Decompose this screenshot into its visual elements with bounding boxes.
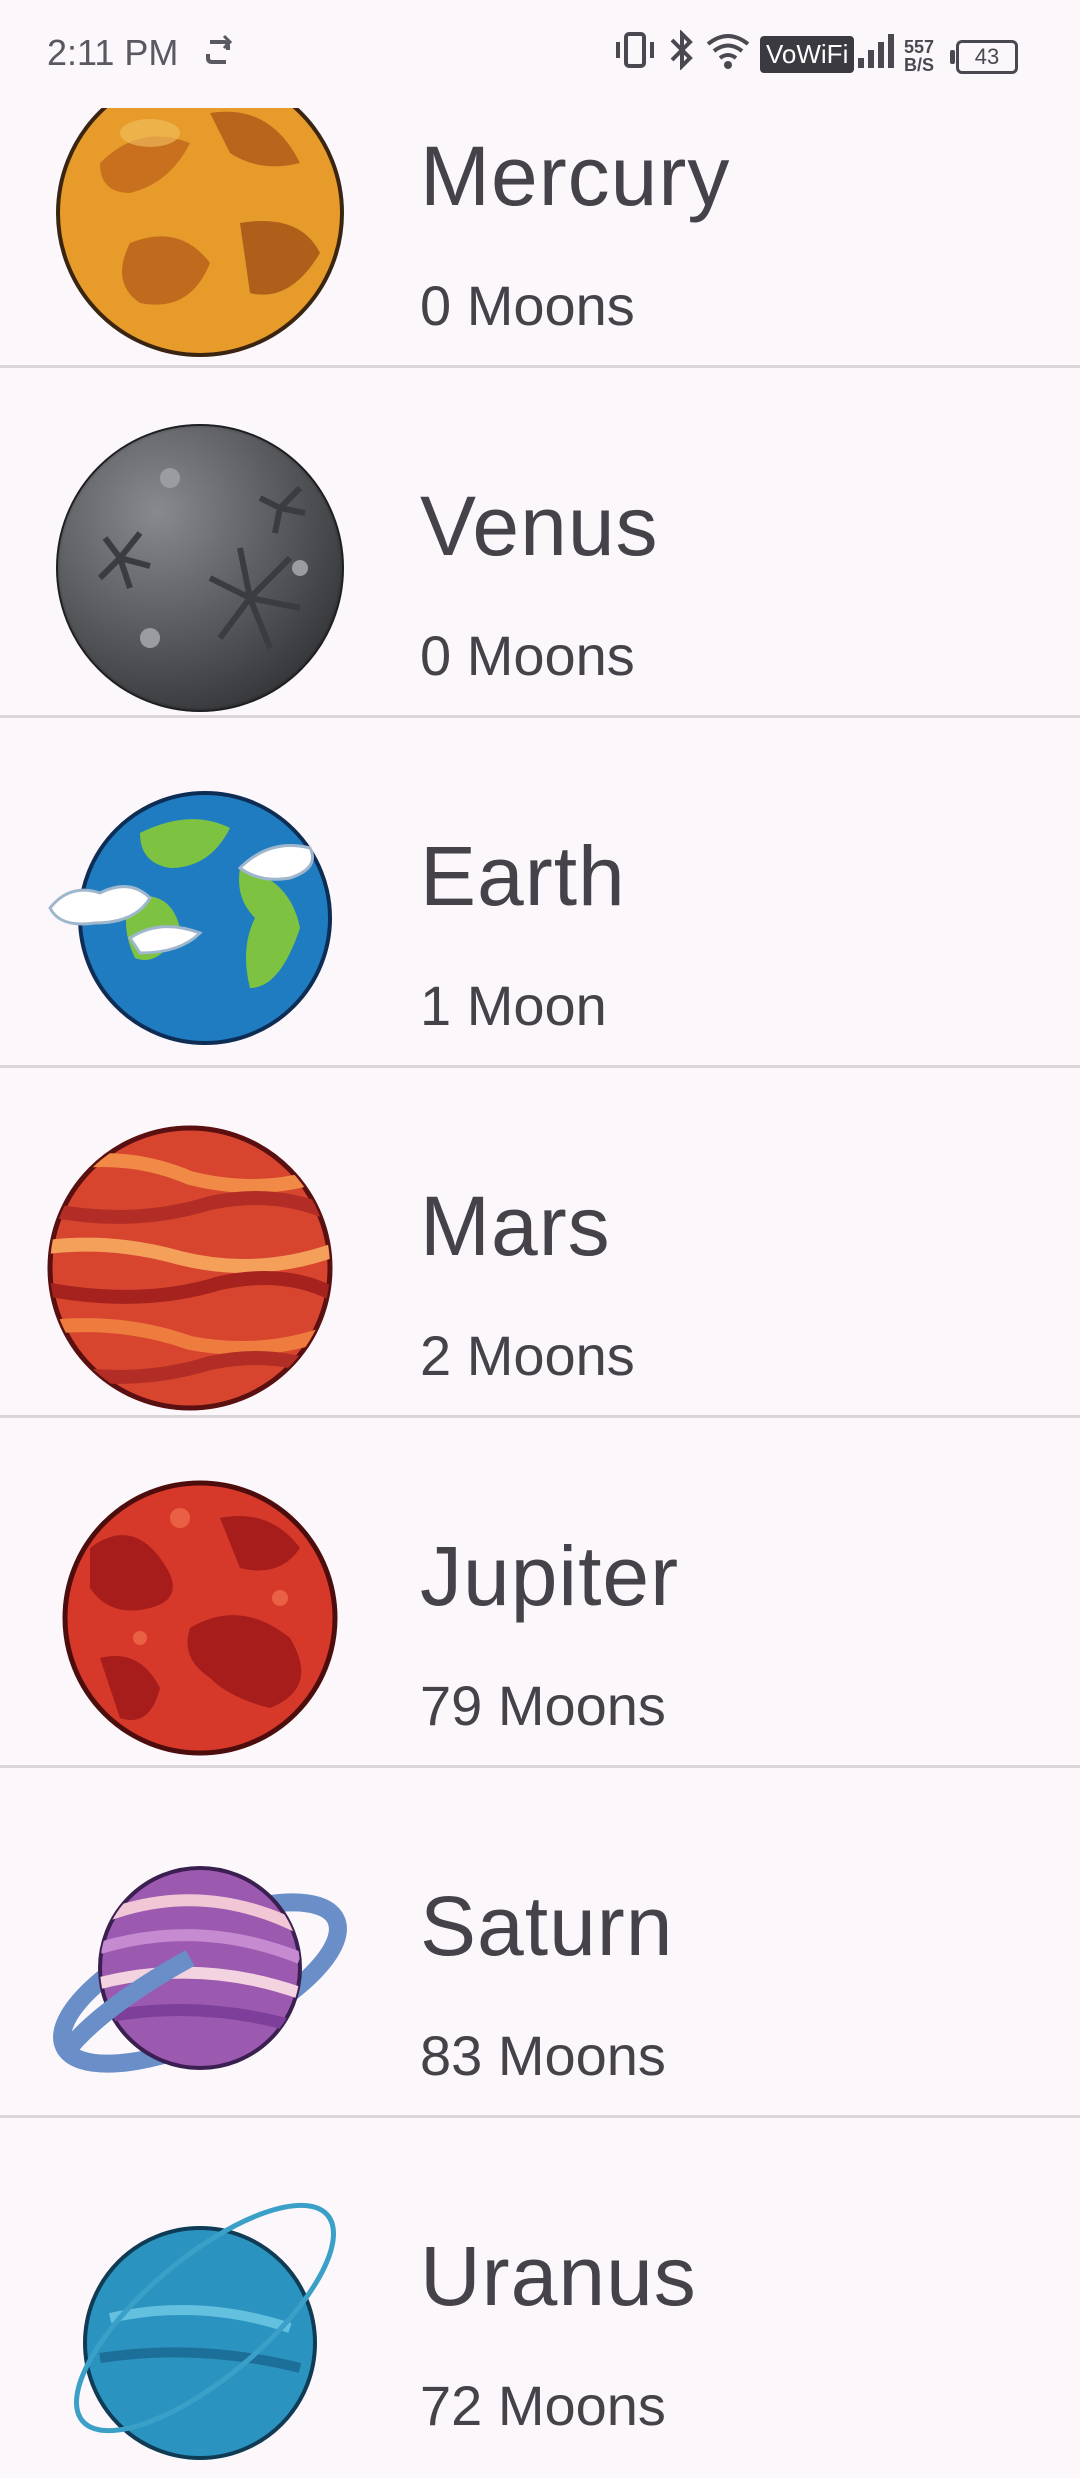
- planet-row-mars[interactable]: Mars 2 Moons: [0, 1068, 1080, 1418]
- signal-icon: [858, 34, 894, 68]
- status-icons: VoWiFi 557 B/S 43: [612, 30, 1032, 78]
- status-time: 2:11 PM: [47, 32, 179, 73]
- uranus-icon: [74, 2202, 336, 2460]
- planet-moons: 83 Moons: [420, 2024, 666, 2087]
- network-speed: 557 B/S: [904, 38, 934, 74]
- vibrate-icon: [616, 32, 654, 68]
- wifi-icon: [706, 34, 750, 69]
- network-speed-unit: B/S: [904, 55, 935, 75]
- planet-moons: 0 Moons: [420, 624, 635, 687]
- planet-row-venus[interactable]: Venus 0 Moons: [0, 368, 1080, 718]
- vowifi-badge: VoWiFi: [760, 36, 855, 73]
- status-bar: 2:11 PM VoWiFi 557 B/S 43: [0, 0, 1080, 108]
- planet-name: Mercury: [420, 129, 731, 223]
- planet-moons: 72 Moons: [420, 2374, 666, 2437]
- planet-name: Uranus: [420, 2229, 697, 2323]
- mars-icon: [47, 1125, 333, 1411]
- planet-name: Earth: [420, 829, 626, 923]
- planet-name: Saturn: [420, 1879, 674, 1973]
- planet-moons: 0 Moons: [420, 274, 635, 337]
- planet-name: Mars: [420, 1179, 611, 1273]
- planet-name: Venus: [420, 479, 659, 573]
- planet-row-saturn[interactable]: Saturn 83 Moons: [0, 1768, 1080, 2118]
- planet-row-uranus[interactable]: Uranus 72 Moons: [0, 2118, 1080, 2468]
- saturn-icon: [53, 1866, 347, 2073]
- planet-moons: 1 Moon: [420, 974, 607, 1037]
- planet-name: Jupiter: [420, 1529, 680, 1623]
- bluetooth-icon: [670, 30, 693, 70]
- battery-indicator: 43: [950, 40, 1018, 74]
- planet-row-jupiter[interactable]: Jupiter 79 Moons: [0, 1418, 1080, 1768]
- venus-icon: [56, 424, 344, 712]
- sync-icon: [206, 34, 232, 64]
- planet-moons: 79 Moons: [420, 1674, 666, 1737]
- planet-moons: 2 Moons: [420, 1324, 635, 1387]
- earth-icon: [48, 791, 332, 1045]
- planet-row-earth[interactable]: Earth 1 Moon: [0, 718, 1080, 1068]
- network-speed-value: 557: [904, 37, 935, 57]
- jupiter-icon: [62, 1480, 338, 1756]
